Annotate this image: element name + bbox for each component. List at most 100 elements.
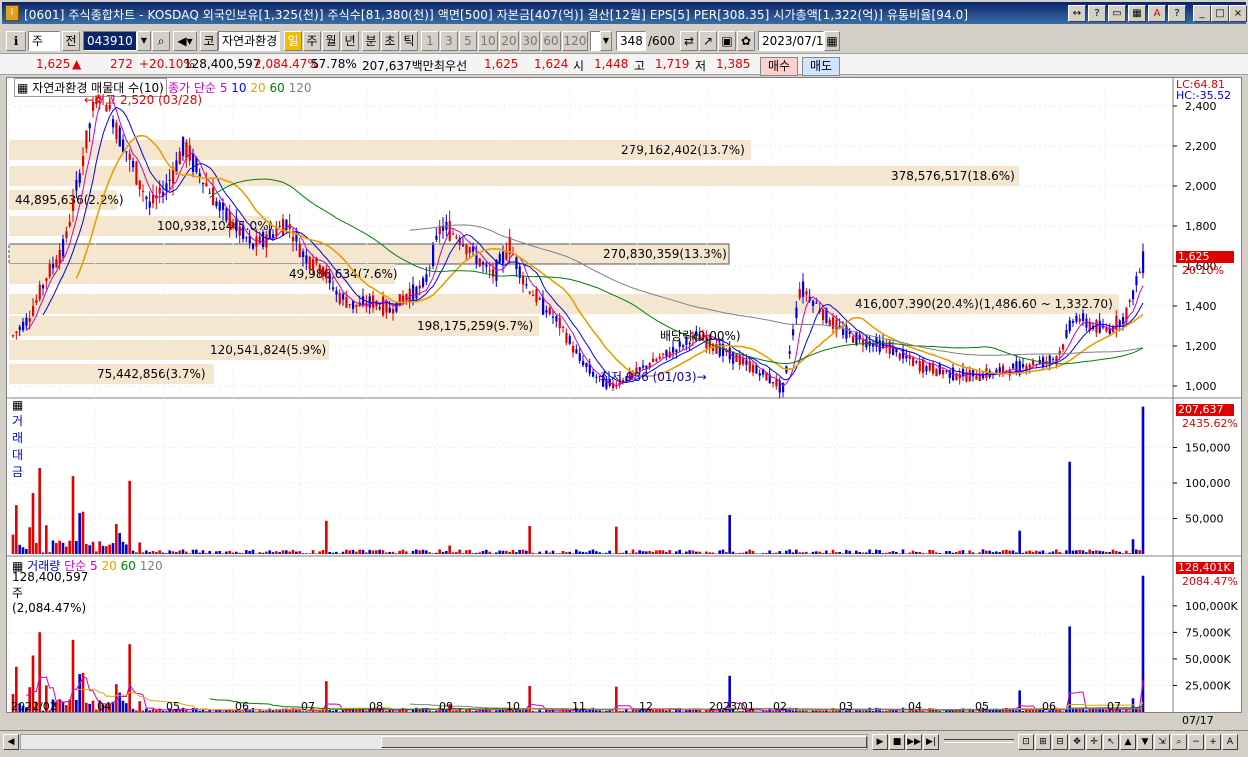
arrow-icon[interactable]: ↖ [1103,734,1119,750]
interval-3[interactable]: 3 [440,31,458,51]
minimize-button[interactable]: _ [1193,5,1211,22]
volume-bar [385,710,388,712]
info-icon[interactable]: ℹ [6,31,26,51]
scroll-left-icon[interactable]: ◀ [3,734,19,750]
font-icon[interactable]: A [1148,5,1166,22]
save-icon[interactable]: ▣ [718,31,736,51]
amount-bar [335,551,338,554]
window-icon[interactable]: ▭ [1108,5,1126,22]
candle-body [568,336,571,344]
stop-icon[interactable]: ■ [889,734,905,750]
scroll-bar[interactable]: ◀ ▶ ■ ▶▶ ▶| ⊡ ⊞ ⊟ ✥ ✛ ↖ ▲ ▼ ⇲ ⌕ − + A [0,730,1248,752]
amount-bar [645,551,648,554]
plus-icon[interactable]: + [1205,734,1221,750]
chart-tool-icon[interactable]: ⇄ [680,31,698,51]
period-month[interactable]: 월 [322,31,340,51]
volume-bar [1121,711,1125,712]
interval-5[interactable]: 5 [459,31,477,51]
amount-bar [275,551,278,554]
font-size-icon[interactable]: A [1222,734,1238,750]
trend-icon[interactable]: ↗ [699,31,717,51]
sell-button[interactable]: 매도 [802,57,840,76]
amount-bar [971,552,975,554]
amount-bar [101,545,105,554]
link-icon[interactable]: ↔ [1068,5,1086,22]
period-second[interactable]: 초 [381,31,399,51]
y-tick-label: 150,000 [1185,442,1231,455]
play-icon[interactable]: ▶ [872,734,888,750]
speaker-icon[interactable]: ◀▾ [173,31,197,51]
grid-icon[interactable]: ▦ [1128,5,1146,22]
amount-bar [221,553,225,554]
amount-bar [228,550,231,554]
interval-dropdown-icon[interactable]: ▼ [600,31,612,51]
stock-code-input[interactable]: 043910 [83,31,137,51]
question-icon[interactable]: ? [1168,5,1186,22]
period-tick[interactable]: 틱 [400,31,418,51]
zoom-icon[interactable]: ⌕ [1171,734,1187,750]
minus-icon[interactable]: − [1188,734,1204,750]
candle-body [378,307,381,309]
help-icon[interactable]: ? [1088,5,1106,22]
candle-body [1052,359,1055,361]
period-minute[interactable]: 분 [362,31,380,51]
candle-body [422,278,425,287]
candle-body [812,300,815,306]
candle-body [238,226,241,236]
tool-icon[interactable]: ⊞ [1035,734,1051,750]
count-input[interactable]: 348 [616,31,646,51]
down-icon[interactable]: ▼ [1137,734,1153,750]
period-year[interactable]: 년 [341,31,359,51]
close-button[interactable]: × [1229,5,1247,22]
amount-bar [461,553,465,554]
candle-body [802,281,805,297]
interval-60[interactable]: 60 [541,31,561,51]
tool-icon[interactable]: ⊟ [1052,734,1068,750]
calendar-icon[interactable]: ▦ [824,31,840,51]
interval-10[interactable]: 10 [478,31,498,51]
interval-20[interactable]: 20 [499,31,519,51]
prev-button[interactable]: 전 [62,31,80,51]
market-code-label: 코 [200,31,218,51]
period-week[interactable]: 주 [303,31,321,51]
market-select[interactable]: 주 [28,31,60,51]
maximize-button[interactable]: □ [1211,5,1229,22]
search-icon[interactable]: ⌕ [152,31,170,51]
buy-button[interactable]: 매수 [760,57,798,76]
interval-120[interactable]: 120 [562,31,588,51]
amount-bar [648,551,651,554]
period-day[interactable]: 일 [284,31,302,51]
candle-body [45,278,48,281]
amount-bar [61,542,65,554]
tool-icon[interactable]: ⊡ [1018,734,1034,750]
amount-bar [601,553,605,554]
amount-bar [431,553,435,554]
scroll-track[interactable] [20,734,868,750]
measure-icon[interactable]: ⇲ [1154,734,1170,750]
stock-chart[interactable]: 279,162,402(13.7%) 378,576,517(18.6%) 44,8… [7,67,1241,715]
high-label: 고 [634,59,646,73]
y-tick-label: 1,200 [1185,340,1217,353]
code-dropdown-icon[interactable]: ▼ [137,31,151,51]
volume-bar [85,702,88,712]
pan-icon[interactable]: ✥ [1069,734,1085,750]
amount-bar [55,542,58,554]
zoom-slider[interactable] [944,739,1014,743]
candle-body [1075,315,1078,322]
amount-bar [418,550,421,554]
scroll-thumb[interactable] [381,736,867,748]
amount-bar [151,550,155,554]
settings-icon[interactable]: ✿ [737,31,755,51]
up-icon[interactable]: ▲ [1120,734,1136,750]
candle-body [82,156,85,166]
fast-forward-icon[interactable]: ▶▶ [906,734,922,750]
price-pct-tag: 20.10% [1182,264,1224,277]
interval-30[interactable]: 30 [520,31,540,51]
crosshair-icon[interactable]: ✛ [1086,734,1102,750]
interval-1[interactable]: 1 [421,31,439,51]
volume-bar [415,707,418,712]
date-input[interactable]: 2023/07/17 [758,31,831,51]
amount-bar [1141,406,1145,554]
step-forward-icon[interactable]: ▶| [923,734,939,750]
chart-area[interactable]: 279,162,402(13.7%) 378,576,517(18.6%) 44,8… [6,67,1242,715]
